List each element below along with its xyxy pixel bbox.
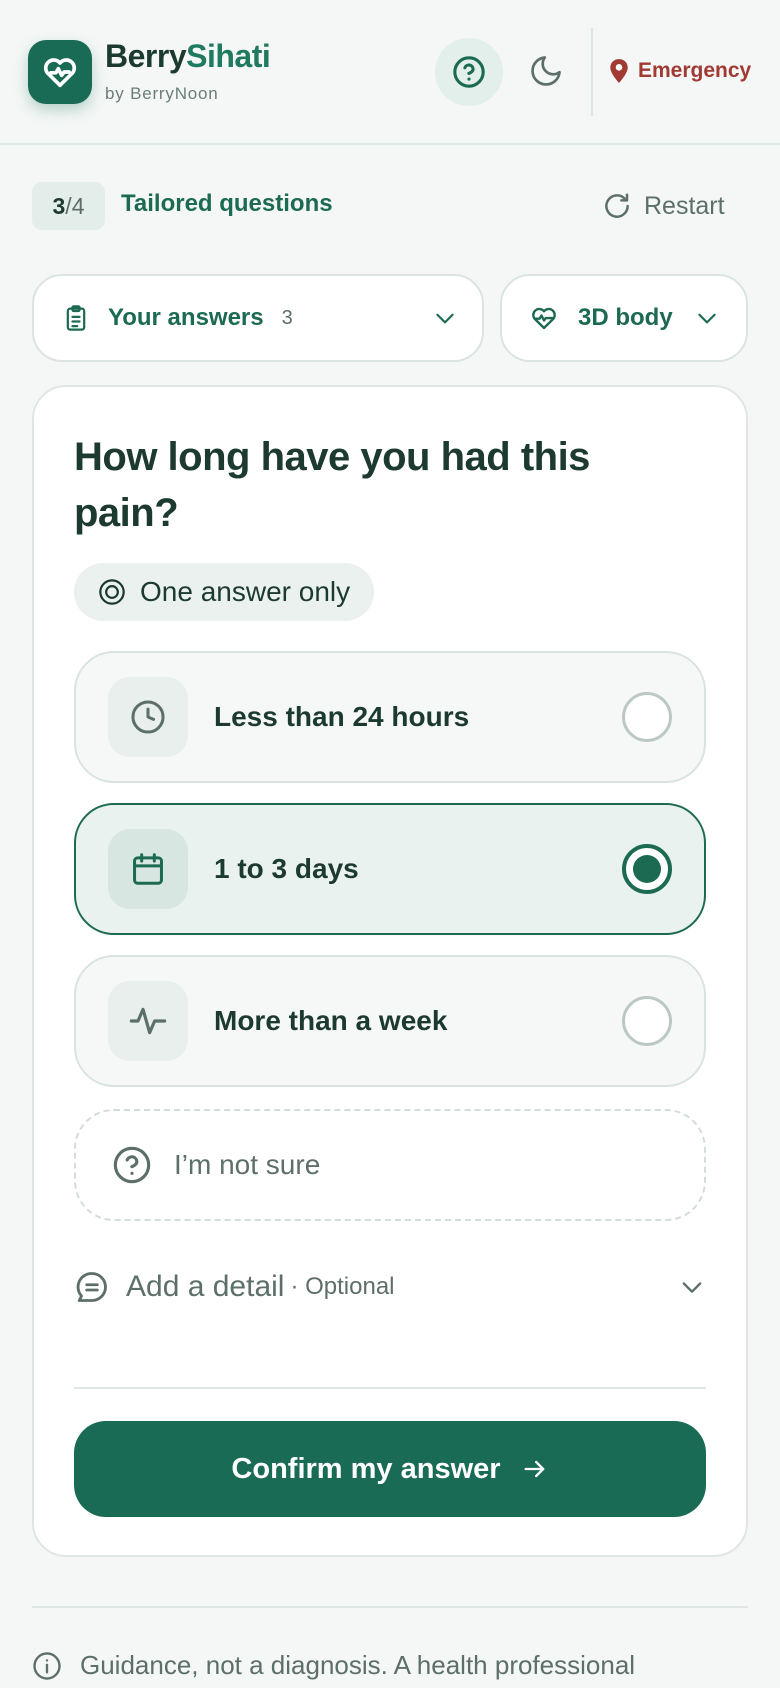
add-detail-optional: · Optional [290, 1273, 395, 1300]
restart-icon [605, 193, 629, 218]
app-header: BerrySihati by BerryNoon Emergency [0, 0, 780, 145]
disclaimer: Guidance, not a diagnosis. A health prof… [32, 1650, 748, 1681]
help-circle-icon [113, 1146, 151, 1184]
step-indicator: 3/4 [32, 182, 105, 230]
answer-mode-badge: One answer only [74, 563, 375, 621]
not-sure-label: I’m not sure [174, 1149, 321, 1180]
map-pin-icon [610, 59, 628, 83]
3d-body-label: 3D body [578, 304, 673, 331]
theme-toggle-button[interactable] [520, 45, 572, 97]
option-icon-tile [108, 677, 188, 757]
not-sure-option[interactable]: I’m not sure [74, 1109, 706, 1221]
confirm-answer-button[interactable]: Confirm my answer [74, 1421, 706, 1517]
brand-subtitle: by BerryNoon [105, 84, 219, 103]
option-label: 1 to 3 days [214, 853, 359, 884]
header-divider [591, 28, 593, 116]
option-icon-tile [108, 981, 188, 1061]
footer-divider [32, 1606, 748, 1608]
brand-accent: Sihati [186, 38, 271, 74]
brand-name: BerrySihati [105, 38, 271, 75]
radio-checked[interactable] [622, 844, 672, 894]
disclaimer-text: Guidance, not a diagnosis. A health prof… [80, 1650, 636, 1680]
option-icon-tile [108, 829, 188, 909]
moon-icon [531, 56, 561, 86]
radio-unchecked[interactable] [622, 692, 672, 742]
option-less-than-24-hours[interactable]: Less than 24 hours [74, 651, 706, 783]
step-total: 4 [71, 192, 85, 219]
radio-unchecked[interactable] [622, 996, 672, 1046]
option-1-to-3-days[interactable]: 1 to 3 days [74, 803, 706, 935]
arrow-right-icon [524, 1460, 544, 1478]
emergency-label: Emergency [638, 59, 752, 82]
card-divider [74, 1387, 706, 1389]
help-circle-icon [453, 56, 485, 88]
your-answers-label: Your answers [108, 304, 264, 331]
option-label: Less than 24 hours [214, 701, 470, 732]
your-answers-count: 3 [281, 306, 293, 329]
logo[interactable] [28, 40, 92, 104]
clock-icon [131, 700, 165, 734]
message-icon [76, 1272, 107, 1302]
info-icon [33, 1651, 61, 1680]
add-detail-label: Add a detail [126, 1270, 285, 1303]
calendar-icon [133, 853, 163, 885]
step-current: 3 [52, 192, 66, 219]
option-label: More than a week [214, 1005, 448, 1036]
restart-button[interactable]: Restart [602, 188, 725, 224]
brand-primary: Berry [105, 38, 187, 74]
radio-dot [633, 855, 661, 883]
target-icon [99, 579, 125, 605]
chevron-down-icon [698, 313, 716, 324]
heart-pulse-icon [532, 307, 556, 330]
add-detail-toggle[interactable]: Add a detail · Optional [74, 1257, 706, 1317]
option-more-than-a-week[interactable]: More than a week [74, 955, 706, 1087]
restart-label: Restart [644, 191, 725, 220]
confirm-label: Confirm my answer [231, 1452, 501, 1485]
chevron-down-icon [436, 313, 454, 324]
question-title: How long have you had this pain? [74, 435, 590, 535]
heart-pulse-icon [43, 58, 77, 88]
help-button[interactable] [435, 38, 503, 106]
question-card: How long have you had this pain? One ans… [32, 385, 748, 1557]
chevron-down-icon [682, 1282, 702, 1293]
step-title: Tailored questions [121, 190, 333, 217]
your-answers-toggle[interactable]: Your answers 3 [32, 274, 484, 362]
3d-body-toggle[interactable]: 3D body [500, 274, 748, 362]
activity-icon [129, 1007, 167, 1035]
answer-mode-label: One answer only [140, 576, 351, 607]
clipboard-icon [66, 305, 86, 331]
emergency-link[interactable]: Emergency [608, 55, 751, 87]
